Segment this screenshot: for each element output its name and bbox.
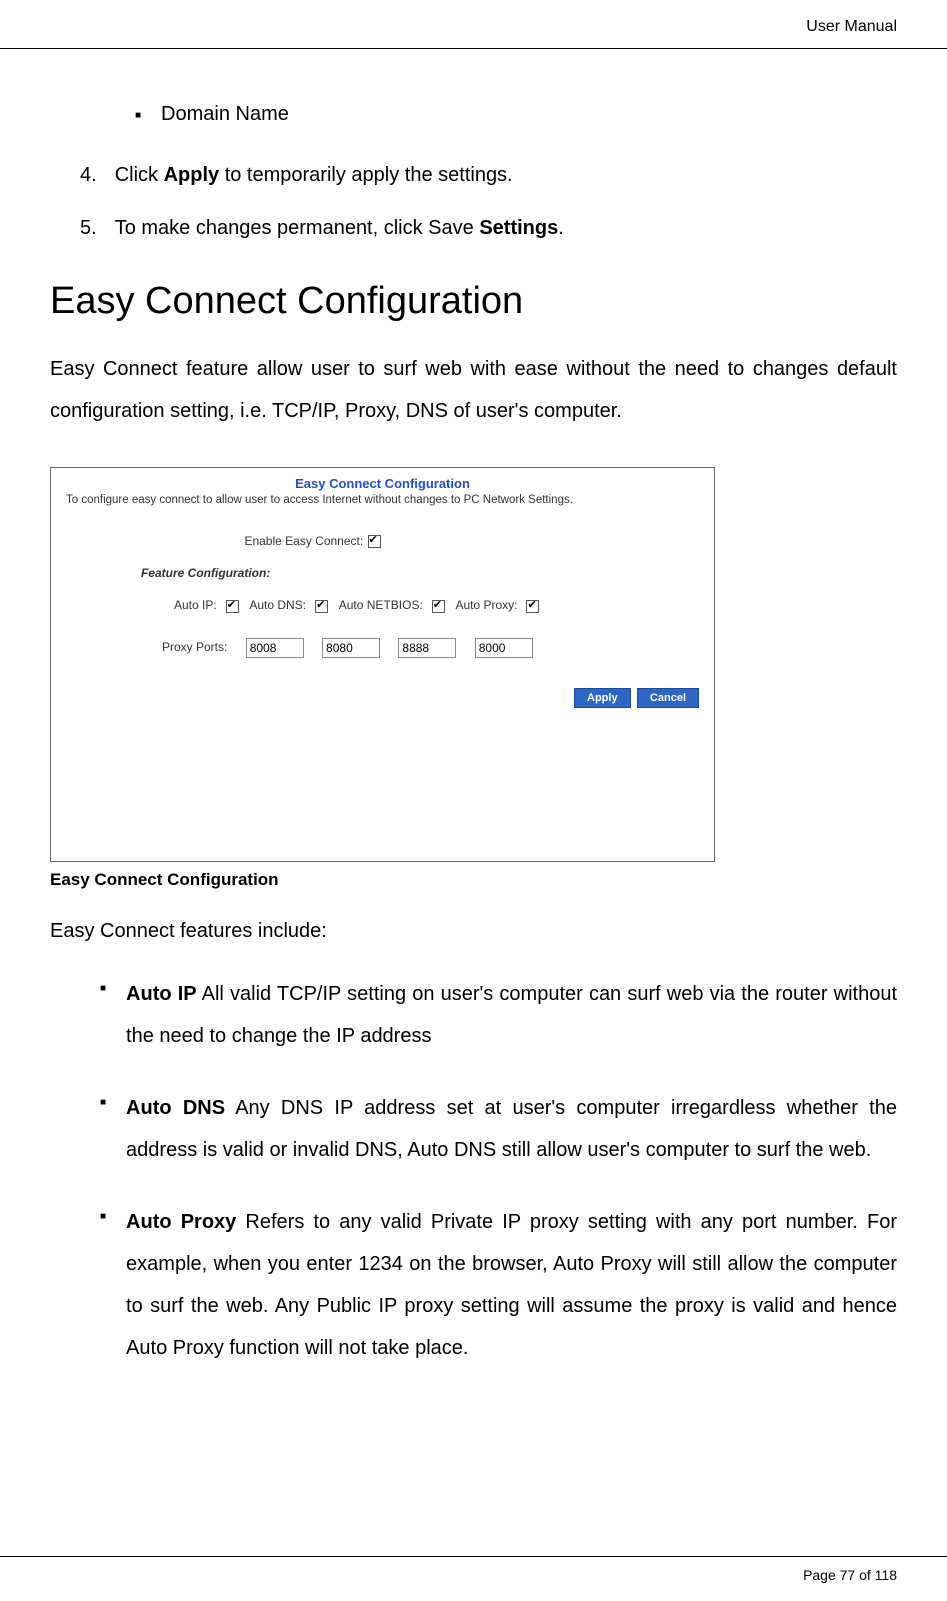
feature-list: ■ Auto IP All valid TCP/IP setting on us…	[100, 973, 897, 1369]
feature-bold: Auto DNS	[126, 1097, 225, 1119]
step-text: Click Apply to temporarily apply the set…	[115, 164, 513, 187]
auto-dns-checkbox-icon[interactable]	[315, 600, 328, 613]
enable-label: Enable Easy Connect:	[244, 534, 363, 548]
auto-ip-label: Auto IP:	[174, 598, 217, 612]
step-text: To make changes permanent, click Save Se…	[115, 217, 564, 240]
button-row: Apply Cancel	[66, 688, 699, 708]
apply-button[interactable]: Apply	[574, 688, 631, 708]
auto-netbios-label: Auto NETBIOS:	[339, 598, 423, 612]
proxy-port-1-input[interactable]	[246, 638, 304, 658]
checkbox-row: Auto IP: Auto DNS: Auto NETBIOS: Auto Pr…	[174, 598, 699, 612]
auto-netbios-checkbox-icon[interactable]	[432, 600, 445, 613]
cancel-button[interactable]: Cancel	[637, 688, 699, 708]
auto-ip-checkbox-icon[interactable]	[226, 600, 239, 613]
auto-proxy-checkbox-icon[interactable]	[526, 600, 539, 613]
square-bullet-icon: ■	[100, 983, 106, 994]
page-header: User Manual	[0, 0, 947, 49]
page-number: Page 77 of 118	[803, 1567, 897, 1583]
screenshot-caption: Easy Connect Configuration	[50, 870, 897, 890]
feature-text: Auto DNS Any DNS IP address set at user'…	[126, 1087, 897, 1171]
features-intro: Easy Connect features include:	[50, 920, 897, 943]
page-footer: Page 77 of 118	[0, 1556, 947, 1583]
header-title: User Manual	[806, 18, 897, 35]
feature-item-auto-ip: ■ Auto IP All valid TCP/IP setting on us…	[100, 973, 897, 1057]
feature-bold: Auto Proxy	[126, 1211, 236, 1233]
step-number: 5.	[80, 217, 97, 240]
auto-proxy-label: Auto Proxy:	[455, 598, 517, 612]
page-content: ■ Domain Name 4. Click Apply to temporar…	[0, 99, 947, 1369]
square-bullet-icon: ■	[100, 1211, 106, 1222]
bullet-item: ■ Domain Name	[135, 99, 897, 129]
step-4: 4. Click Apply to temporarily apply the …	[80, 164, 897, 187]
screenshot-title: Easy Connect Configuration	[66, 476, 699, 491]
square-bullet-icon: ■	[100, 1097, 106, 1108]
proxy-port-4-input[interactable]	[475, 638, 533, 658]
feature-bold: Auto IP	[126, 983, 197, 1005]
feature-text: Auto Proxy Refers to any valid Private I…	[126, 1201, 897, 1369]
auto-dns-label: Auto DNS:	[249, 598, 306, 612]
screenshot-description: To configure easy connect to allow user …	[66, 494, 699, 506]
feature-item-auto-proxy: ■ Auto Proxy Refers to any valid Private…	[100, 1201, 897, 1369]
proxy-port-3-input[interactable]	[398, 638, 456, 658]
square-bullet-icon: ■	[135, 108, 141, 123]
sub-bullet-list: ■ Domain Name	[135, 99, 897, 129]
feature-config-label: Feature Configuration:	[141, 566, 699, 580]
apply-bold: Apply	[164, 164, 220, 186]
numbered-list: 4. Click Apply to temporarily apply the …	[80, 164, 897, 240]
step-number: 4.	[80, 164, 97, 187]
section-paragraph: Easy Connect feature allow user to surf …	[50, 348, 897, 432]
enable-checkbox-icon[interactable]	[368, 535, 381, 548]
proxy-port-2-input[interactable]	[322, 638, 380, 658]
proxy-ports-label: Proxy Ports:	[162, 640, 227, 654]
step-5: 5. To make changes permanent, click Save…	[80, 217, 897, 240]
settings-bold: Settings	[479, 217, 558, 239]
section-heading: Easy Connect Configuration	[50, 280, 897, 323]
config-screenshot: Easy Connect Configuration To configure …	[50, 467, 715, 862]
feature-text: Auto IP All valid TCP/IP setting on user…	[126, 973, 897, 1057]
bullet-text: Domain Name	[161, 99, 289, 129]
enable-row: Enable Easy Connect:	[66, 534, 699, 548]
feature-item-auto-dns: ■ Auto DNS Any DNS IP address set at use…	[100, 1087, 897, 1171]
proxy-ports-row: Proxy Ports:	[162, 638, 699, 658]
